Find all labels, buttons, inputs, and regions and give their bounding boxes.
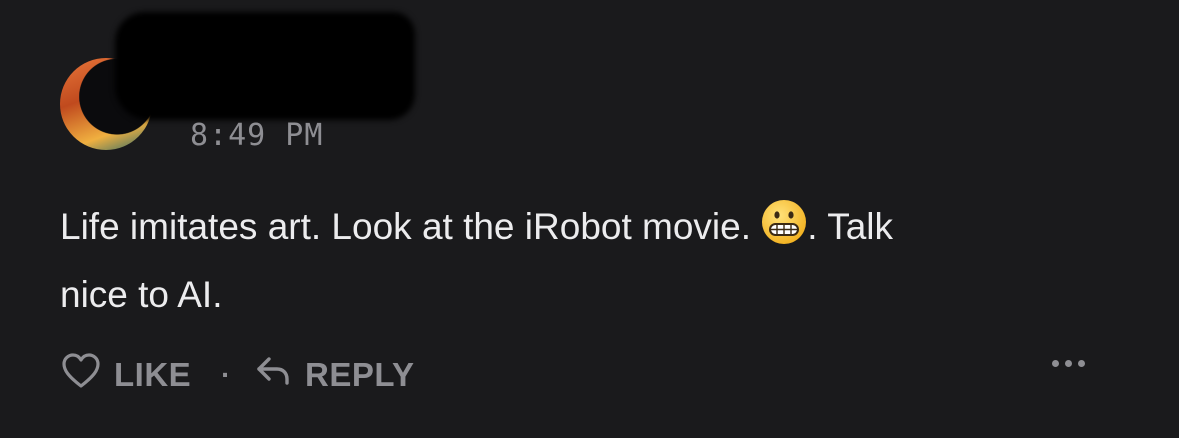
like-label: LIKE	[114, 356, 192, 393]
heart-outline-icon	[62, 353, 100, 397]
reply-label: REPLY	[305, 356, 415, 393]
like-button[interactable]: LIKE	[62, 353, 191, 397]
comment-timestamp: 8:49 PM	[190, 118, 324, 153]
more-dots-icon	[1065, 360, 1072, 367]
comment-card: 8:49 PM Life imitates art. Look at the i…	[0, 0, 1179, 438]
action-separator: ·	[221, 359, 231, 390]
redacted-username	[115, 12, 415, 120]
comment-actions: LIKE · REPLY	[62, 350, 415, 400]
reply-arrow-icon	[255, 355, 291, 395]
comment-body: Life imitates art. Look at the iRobot mo…	[60, 196, 1120, 326]
more-dots-icon	[1078, 360, 1085, 367]
comment-text-line1-after: . Talk	[807, 206, 893, 247]
comment-text-line1: Life imitates art. Look at the iRobot mo…	[60, 206, 762, 247]
more-dots-icon	[1052, 360, 1059, 367]
more-options-button[interactable]	[1052, 360, 1085, 367]
reply-button[interactable]: REPLY	[255, 355, 415, 395]
comment-text-line2: nice to AI.	[60, 274, 223, 315]
grimacing-face-icon	[761, 199, 807, 264]
